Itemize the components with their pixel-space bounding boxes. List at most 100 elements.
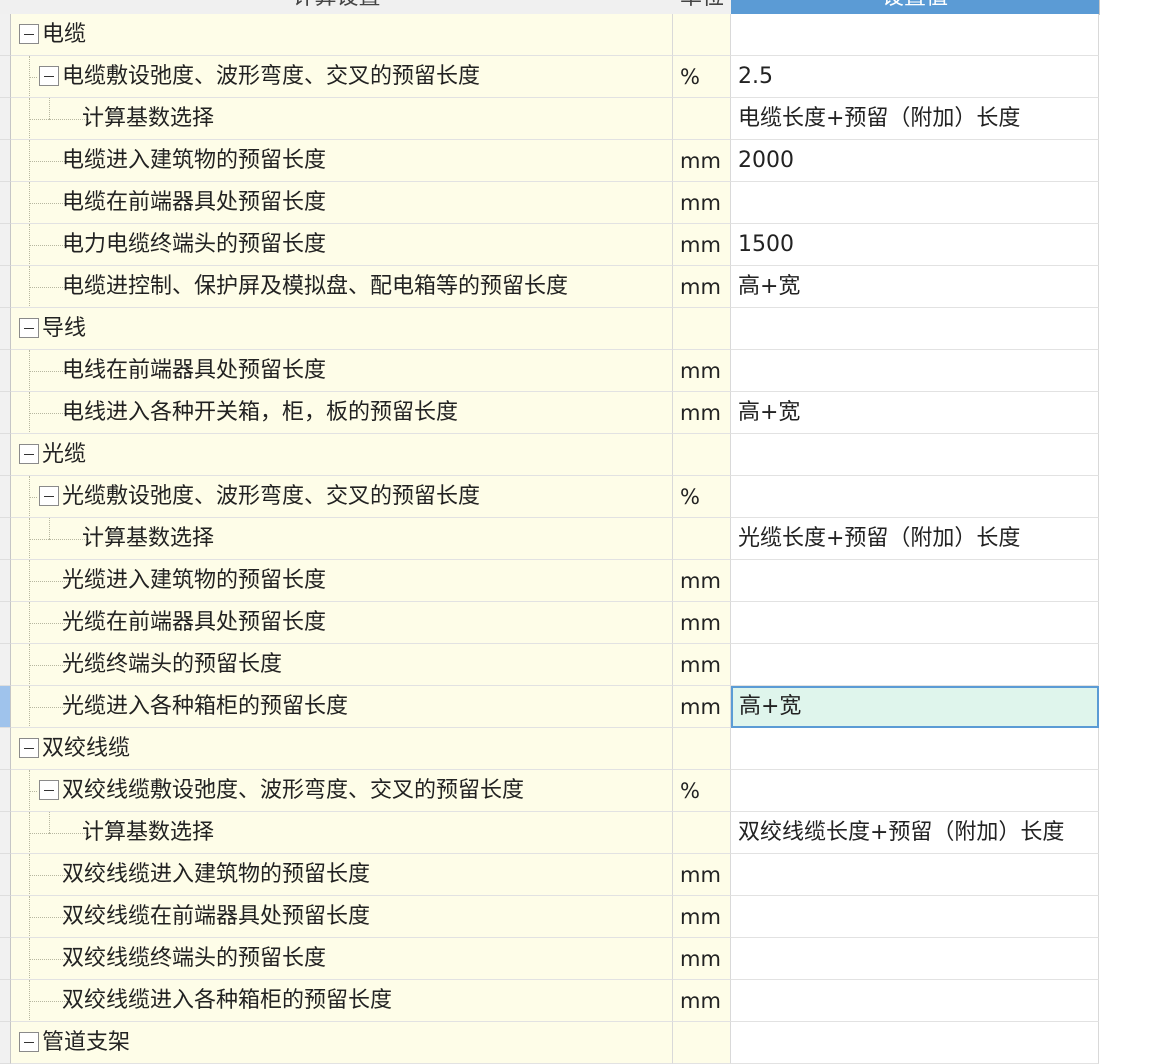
row-header-gutter[interactable]	[0, 98, 11, 140]
table-row[interactable]: 双绞线缆敷设弛度、波形弯度、交叉的预留长度%	[0, 770, 1099, 812]
collapse-minus-icon[interactable]	[39, 66, 59, 86]
value-cell[interactable]: 1500	[731, 224, 1099, 266]
setting-name-cell[interactable]: 光缆在前端器具处预留长度	[11, 602, 673, 644]
value-cell[interactable]	[731, 560, 1099, 602]
value-cell[interactable]	[731, 14, 1099, 56]
row-header-gutter[interactable]	[0, 350, 11, 392]
setting-name-cell[interactable]: 计算基数选择	[11, 98, 673, 140]
collapse-minus-icon[interactable]	[19, 318, 39, 338]
setting-name-cell[interactable]: 电缆	[11, 14, 673, 56]
row-header-gutter[interactable]	[0, 812, 11, 854]
setting-name-cell[interactable]: 电缆进控制、保护屏及模拟盘、配电箱等的预留长度	[11, 266, 673, 308]
row-header-gutter[interactable]	[0, 854, 11, 896]
setting-name-cell[interactable]: 光缆敷设弛度、波形弯度、交叉的预留长度	[11, 476, 673, 518]
row-header-gutter[interactable]	[0, 182, 11, 224]
value-cell[interactable]	[731, 308, 1099, 350]
table-row[interactable]: 计算基数选择 光缆长度+预留（附加）长度	[0, 518, 1099, 560]
table-row[interactable]: 电缆进控制、保护屏及模拟盘、配电箱等的预留长度 mm 高+宽	[0, 266, 1099, 308]
table-row[interactable]: 电线进入各种开关箱，柜，板的预留长度 mm 高+宽	[0, 392, 1099, 434]
row-header-gutter[interactable]	[0, 434, 11, 476]
setting-name-cell[interactable]: 双绞线缆	[11, 728, 673, 770]
table-row[interactable]: 电线在前端器具处预留长度 mm	[0, 350, 1099, 392]
table-row[interactable]: 电缆	[0, 14, 1099, 56]
table-row[interactable]: 光缆进入建筑物的预留长度 mm	[0, 560, 1099, 602]
row-header-gutter[interactable]	[0, 392, 11, 434]
row-header-gutter[interactable]	[0, 1022, 11, 1064]
setting-name-cell[interactable]: 电线进入各种开关箱，柜，板的预留长度	[11, 392, 673, 434]
value-cell[interactable]: 电缆长度+预留（附加）长度	[731, 98, 1099, 140]
collapse-minus-icon[interactable]	[39, 780, 59, 800]
collapse-minus-icon[interactable]	[19, 1032, 39, 1052]
table-row[interactable]: 电缆进入建筑物的预留长度 mm 2000	[0, 140, 1099, 182]
row-header-gutter[interactable]	[0, 686, 11, 728]
value-cell[interactable]: 2000	[731, 140, 1099, 182]
setting-name-cell[interactable]: 计算基数选择	[11, 518, 673, 560]
table-row[interactable]: 电力电缆终端头的预留长度 mm 1500	[0, 224, 1099, 266]
table-row[interactable]: 计算基数选择 电缆长度+预留（附加）长度	[0, 98, 1099, 140]
value-cell[interactable]	[731, 938, 1099, 980]
row-header-gutter[interactable]	[0, 266, 11, 308]
value-cell[interactable]	[731, 644, 1099, 686]
value-cell[interactable]	[731, 770, 1099, 812]
value-cell[interactable]	[731, 980, 1099, 1022]
value-cell[interactable]: 高+宽	[731, 266, 1099, 308]
table-row[interactable]: 电缆敷设弛度、波形弯度、交叉的预留长度% 2.5	[0, 56, 1099, 98]
setting-name-cell[interactable]: 电力电缆终端头的预留长度	[11, 224, 673, 266]
row-header-gutter[interactable]	[0, 770, 11, 812]
table-row[interactable]: 双绞线缆	[0, 728, 1099, 770]
table-row[interactable]: 电缆在前端器具处预留长度 mm	[0, 182, 1099, 224]
setting-name-cell[interactable]: 光缆进入建筑物的预留长度	[11, 560, 673, 602]
value-cell[interactable]	[731, 350, 1099, 392]
value-cell[interactable]: 光缆长度+预留（附加）长度	[731, 518, 1099, 560]
setting-name-cell[interactable]: 双绞线缆进入建筑物的预留长度	[11, 854, 673, 896]
header-name[interactable]: 计算设置	[0, 0, 674, 15]
table-row[interactable]: 光缆	[0, 434, 1099, 476]
row-header-gutter[interactable]	[0, 644, 11, 686]
value-cell[interactable]	[731, 1022, 1099, 1064]
value-cell[interactable]: 高+宽	[731, 392, 1099, 434]
collapse-minus-icon[interactable]	[39, 486, 59, 506]
setting-name-cell[interactable]: 管道支架	[11, 1022, 673, 1064]
table-row[interactable]: 导线	[0, 308, 1099, 350]
setting-name-cell[interactable]: 电缆在前端器具处预留长度	[11, 182, 673, 224]
value-cell[interactable]	[731, 182, 1099, 224]
setting-name-cell[interactable]: 双绞线缆在前端器具处预留长度	[11, 896, 673, 938]
setting-name-cell[interactable]: 电缆进入建筑物的预留长度	[11, 140, 673, 182]
table-row[interactable]: 光缆在前端器具处预留长度 mm	[0, 602, 1099, 644]
table-row[interactable]: 双绞线缆进入建筑物的预留长度 mm	[0, 854, 1099, 896]
row-header-gutter[interactable]	[0, 476, 11, 518]
value-cell[interactable]	[731, 728, 1099, 770]
setting-name-cell[interactable]: 导线	[11, 308, 673, 350]
row-header-gutter[interactable]	[0, 56, 11, 98]
header-unit[interactable]: 单位	[673, 0, 732, 15]
setting-name-cell[interactable]: 电缆敷设弛度、波形弯度、交叉的预留长度	[11, 56, 673, 98]
row-header-gutter[interactable]	[0, 14, 11, 56]
table-row[interactable]: 计算基数选择 双绞线缆长度+预留（附加）长度	[0, 812, 1099, 854]
setting-name-cell[interactable]: 光缆进入各种箱柜的预留长度	[11, 686, 673, 728]
value-cell[interactable]	[731, 434, 1099, 476]
setting-name-cell[interactable]: 双绞线缆终端头的预留长度	[11, 938, 673, 980]
row-header-gutter[interactable]	[0, 224, 11, 266]
setting-name-cell[interactable]: 双绞线缆进入各种箱柜的预留长度	[11, 980, 673, 1022]
value-cell[interactable]	[731, 602, 1099, 644]
table-row[interactable]: 光缆敷设弛度、波形弯度、交叉的预留长度%	[0, 476, 1099, 518]
row-header-gutter[interactable]	[0, 518, 11, 560]
value-cell[interactable]: 2.5	[731, 56, 1099, 98]
setting-name-cell[interactable]: 双绞线缆敷设弛度、波形弯度、交叉的预留长度	[11, 770, 673, 812]
row-header-gutter[interactable]	[0, 140, 11, 182]
collapse-minus-icon[interactable]	[19, 738, 39, 758]
collapse-minus-icon[interactable]	[19, 24, 39, 44]
setting-name-cell[interactable]: 光缆	[11, 434, 673, 476]
value-cell-selected[interactable]: 高+宽	[731, 686, 1099, 728]
table-row[interactable]: 双绞线缆终端头的预留长度 mm	[0, 938, 1099, 980]
setting-name-cell[interactable]: 电线在前端器具处预留长度	[11, 350, 673, 392]
row-header-gutter[interactable]	[0, 980, 11, 1022]
setting-name-cell[interactable]: 光缆终端头的预留长度	[11, 644, 673, 686]
row-header-gutter[interactable]	[0, 602, 11, 644]
table-row[interactable]: 双绞线缆在前端器具处预留长度 mm	[0, 896, 1099, 938]
row-header-gutter[interactable]	[0, 560, 11, 602]
table-row[interactable]: 光缆进入各种箱柜的预留长度 mm 高+宽	[0, 686, 1099, 728]
row-header-gutter[interactable]	[0, 308, 11, 350]
row-header-gutter[interactable]	[0, 938, 11, 980]
table-row[interactable]: 光缆终端头的预留长度 mm	[0, 644, 1099, 686]
